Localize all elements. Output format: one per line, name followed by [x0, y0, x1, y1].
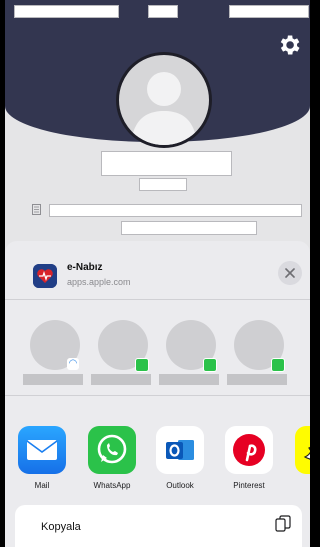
close-icon [285, 268, 295, 278]
pinterest-icon [225, 426, 273, 474]
share-app-label: Outlook [166, 481, 194, 490]
copy-icon [275, 515, 291, 532]
redacted-status-left [14, 5, 119, 18]
redacted-status-center [148, 5, 178, 18]
contact-suggestion[interactable] [159, 320, 229, 390]
redacted-field-1 [49, 204, 302, 217]
whatsapp-badge-icon [271, 358, 285, 372]
whatsapp-badge-icon [203, 358, 217, 372]
share-sheet: e-Nabız apps.apple.com ◠ Mail WhatsApp O… [5, 241, 310, 547]
redacted-contact-name [159, 374, 219, 385]
copy-action[interactable]: Kopyala [15, 505, 302, 547]
contacts-row: ◠ [5, 300, 310, 396]
redacted-user-name [101, 151, 232, 176]
share-app-label: WhatsApp [93, 481, 131, 490]
contact-suggestion[interactable] [227, 320, 297, 390]
share-app-outlook[interactable]: Outlook [147, 426, 213, 490]
contact-suggestion[interactable]: ◠ [23, 320, 93, 390]
whatsapp-icon [88, 426, 136, 474]
airdrop-icon: ◠ [67, 358, 79, 370]
copy-action-label: Kopyala [41, 521, 81, 533]
redacted-status-right [229, 5, 309, 18]
contact-suggestion[interactable] [91, 320, 161, 390]
share-apps-row: Mail WhatsApp Outlook Pinterest [5, 396, 310, 496]
share-app-label: Mail [34, 481, 50, 490]
shared-app-subtitle: apps.apple.com [67, 277, 131, 287]
snapchat-icon [295, 426, 310, 474]
share-app-whatsapp[interactable]: WhatsApp [79, 426, 145, 490]
document-icon [32, 204, 41, 215]
share-app-mail[interactable]: Mail [9, 426, 75, 490]
shared-app-name: e-Nabız [67, 262, 103, 273]
share-app-pinterest[interactable]: Pinterest [216, 426, 282, 490]
screen: e-Nabız apps.apple.com ◠ Mail WhatsApp O… [5, 0, 310, 547]
gear-icon[interactable] [276, 32, 302, 58]
mail-icon [18, 426, 66, 474]
share-app-snapchat[interactable]: Snap [286, 426, 310, 490]
e-nabiz-app-icon [33, 264, 57, 288]
redacted-contact-name [227, 374, 287, 385]
whatsapp-badge-icon [135, 358, 149, 372]
redacted-contact-name [23, 374, 83, 385]
avatar[interactable] [116, 52, 212, 148]
person-silhouette-icon [131, 72, 197, 145]
close-button[interactable] [278, 261, 302, 285]
redacted-contact-name [91, 374, 151, 385]
redacted-user-detail [139, 178, 187, 191]
share-app-label: Snap [286, 481, 311, 490]
share-app-label: Pinterest [233, 481, 265, 490]
redacted-field-2 [121, 221, 257, 235]
outlook-icon [156, 426, 204, 474]
share-sheet-header: e-Nabız apps.apple.com [5, 241, 310, 300]
